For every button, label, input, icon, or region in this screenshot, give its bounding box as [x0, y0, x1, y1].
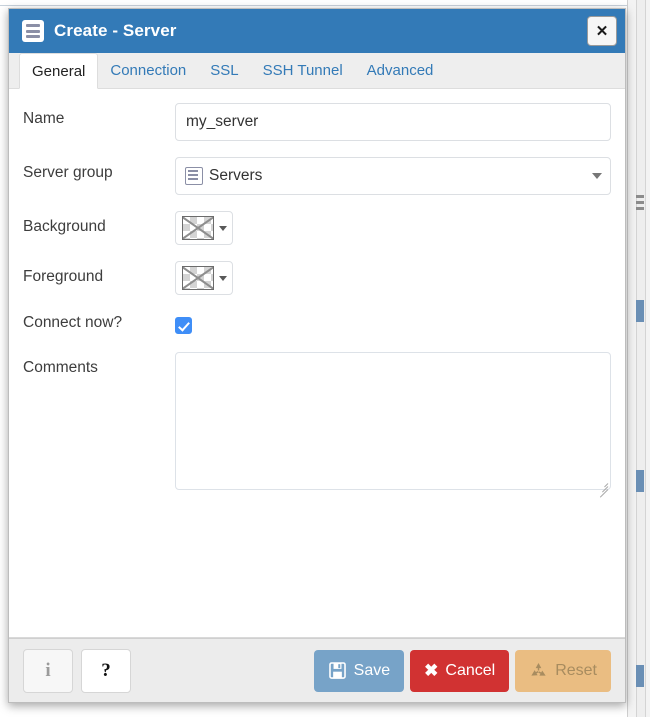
background-mark: [636, 300, 644, 322]
cancel-button-label: Cancel: [445, 661, 496, 679]
field-row-foreground: Foreground: [23, 261, 611, 295]
tab-ssh-tunnel[interactable]: SSH Tunnel: [251, 52, 355, 88]
background-bottom-strip: [0, 709, 628, 717]
background-right-strip: [627, 0, 650, 717]
server-group-icon: [185, 167, 203, 185]
background-mark: [636, 470, 644, 492]
color-swatch-none-icon: [181, 216, 214, 240]
background-tick: [636, 195, 644, 198]
save-button[interactable]: Save: [313, 649, 405, 692]
tab-ssl[interactable]: SSL: [198, 52, 250, 88]
background-mark: [636, 665, 644, 687]
field-row-name: Name: [23, 103, 611, 141]
create-server-dialog: Create - Server ✕ General Connection SSL…: [8, 8, 626, 703]
save-button-label: Save: [353, 661, 391, 679]
foreground-color-picker[interactable]: [175, 261, 233, 295]
close-x-icon: ✖: [424, 661, 439, 680]
reset-button[interactable]: Reset: [515, 649, 611, 692]
chevron-down-icon: [218, 275, 227, 281]
help-icon[interactable]: ?: [81, 648, 131, 693]
dialog-body: Name Server group Servers Background: [9, 89, 625, 638]
recycle-icon: [531, 662, 546, 676]
foreground-label: Foreground: [23, 268, 104, 285]
dialog-titlebar: Create - Server ✕: [9, 9, 625, 53]
background-top-strip: [0, 0, 628, 6]
background-tick: [636, 207, 644, 210]
dialog-footer: i ? Save ✖ Cancel Reset: [9, 638, 625, 702]
background-scrollbar[interactable]: [636, 0, 646, 717]
name-label: Name: [23, 110, 65, 127]
connect-now-checkbox[interactable]: [175, 317, 192, 334]
server-group-label: Server group: [23, 164, 113, 181]
background-tick: [636, 201, 644, 204]
field-row-connect-now: Connect now?: [23, 311, 611, 334]
tab-advanced[interactable]: Advanced: [355, 52, 446, 88]
tab-general[interactable]: General: [19, 53, 99, 89]
cancel-button[interactable]: ✖ Cancel: [410, 649, 510, 692]
server-icon: [22, 20, 44, 42]
field-row-comments: Comments: [23, 352, 611, 498]
connect-now-label: Connect now?: [23, 314, 123, 331]
background-label: Background: [23, 218, 106, 235]
server-group-value: Servers: [209, 167, 263, 184]
reset-button-label: Reset: [555, 661, 597, 679]
save-disk-icon: [328, 662, 346, 679]
color-swatch-none-icon: [181, 266, 214, 290]
chevron-down-icon: [592, 173, 602, 179]
comments-textarea[interactable]: [175, 352, 611, 490]
tab-connection[interactable]: Connection: [98, 52, 198, 88]
chevron-down-icon: [218, 225, 227, 231]
name-input[interactable]: [175, 103, 611, 141]
comments-label: Comments: [23, 359, 98, 376]
tab-bar: General Connection SSL SSH Tunnel Advanc…: [9, 53, 625, 89]
field-row-server-group: Server group Servers: [23, 157, 611, 195]
field-row-background: Background: [23, 211, 611, 245]
info-icon[interactable]: i: [23, 648, 73, 693]
background-color-picker[interactable]: [175, 211, 233, 245]
close-icon[interactable]: ✕: [587, 16, 617, 46]
dialog-title: Create - Server: [54, 21, 177, 40]
server-group-select[interactable]: Servers: [175, 157, 611, 195]
